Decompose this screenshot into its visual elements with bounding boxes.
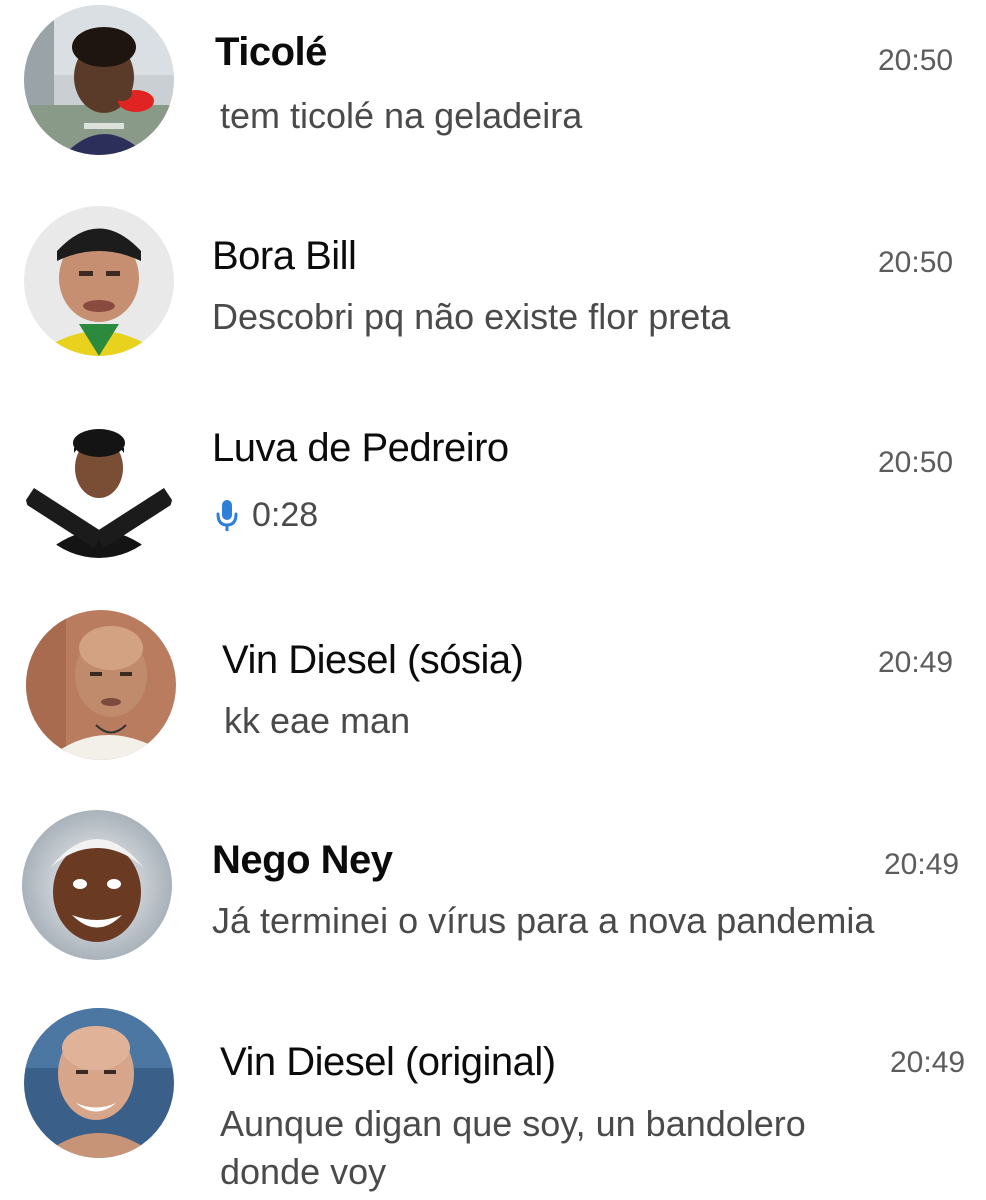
chat-name: Nego Ney [212, 838, 393, 882]
voice-message-preview: 0:28 [214, 496, 318, 535]
chat-item-ticole[interactable]: Ticolé 20:50 tem ticolé na geladeira [0, 0, 986, 200]
chat-time: 20:50 [878, 246, 954, 279]
chat-name: Luva de Pedreiro [212, 426, 509, 470]
chat-name: Bora Bill [212, 234, 357, 278]
avatar[interactable] [26, 610, 176, 760]
chat-time: 20:50 [878, 446, 954, 479]
avatar-boy-icon [24, 5, 174, 155]
avatar-man-crossed-arms-icon [24, 408, 174, 558]
avatar-bald-man-icon [26, 610, 176, 760]
chat-time: 20:49 [884, 848, 960, 881]
chat-name: Vin Diesel (original) [220, 1040, 556, 1084]
chat-preview: Já terminei o vírus para a nova pandemia [212, 900, 875, 941]
avatar[interactable] [22, 810, 172, 960]
chat-item-nego-ney[interactable]: Nego Ney 20:49 Já terminei o vírus para … [0, 800, 986, 1000]
chat-item-vin-diesel-sosia[interactable]: Vin Diesel (sósia) 20:49 kk eae man [0, 600, 986, 800]
chat-time: 20:49 [878, 646, 954, 679]
chat-item-vin-diesel-original[interactable]: Vin Diesel (original) 20:49 Aunque digan… [0, 1000, 986, 1200]
chat-preview: Descobri pq não existe flor preta [212, 296, 731, 337]
chat-preview-line: Aunque digan que soy, un bandolero [220, 1103, 806, 1144]
avatar[interactable] [24, 5, 174, 155]
chat-preview: tem ticolé na geladeira [220, 95, 583, 136]
chat-item-luva-de-pedreiro[interactable]: Luva de Pedreiro 20:50 0:28 [0, 400, 986, 600]
chat-item-bora-bill[interactable]: Bora Bill 20:50 Descobri pq não existe f… [0, 200, 986, 400]
chat-name: Ticolé [215, 30, 327, 74]
chat-time: 20:49 [890, 1046, 966, 1079]
avatar[interactable] [24, 206, 174, 356]
avatar[interactable] [24, 1008, 174, 1158]
chat-preview-line: donde voy [220, 1151, 387, 1192]
avatar-smiling-kid-icon [22, 810, 172, 960]
chat-preview: kk eae man [224, 700, 411, 741]
microphone-icon [216, 499, 238, 531]
voice-duration: 0:28 [252, 496, 319, 534]
avatar-bald-man-smiling-icon [24, 1008, 174, 1158]
avatar[interactable] [24, 408, 174, 558]
chat-time: 20:50 [878, 44, 954, 77]
chat-preview: Aunque digan que soy, un bandolero donde… [220, 1100, 920, 1196]
chat-name: Vin Diesel (sósia) [222, 638, 524, 682]
avatar-man-cap-icon [24, 206, 174, 356]
